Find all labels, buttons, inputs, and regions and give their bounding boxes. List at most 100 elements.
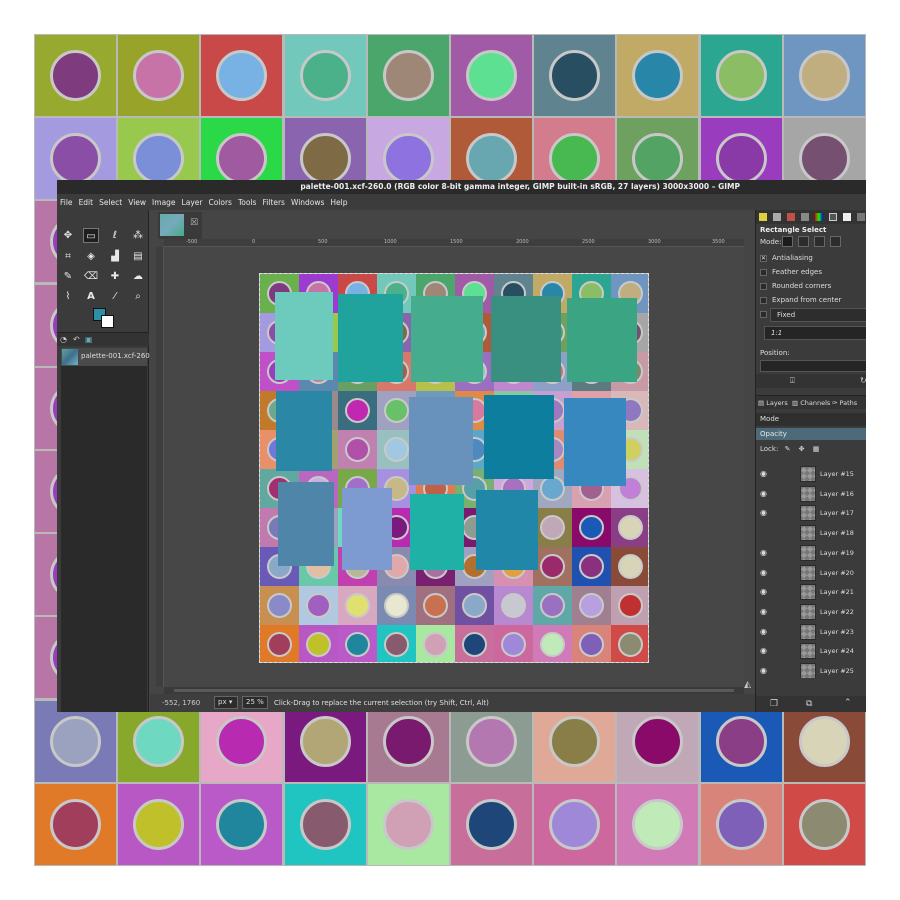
layer-mode-select[interactable]: Mode [756, 413, 866, 426]
new-layer-icon[interactable]: ❐ [770, 699, 778, 709]
visibility-eye-icon[interactable]: ◉ [760, 508, 767, 517]
heal-tool-icon[interactable]: ✚ [107, 269, 123, 284]
tab-channels[interactable]: ▥ Channels [792, 399, 830, 407]
lock-position-icon[interactable]: ✥ [799, 445, 805, 453]
layer-row[interactable]: ◉ Layer #17 [756, 503, 866, 523]
visibility-eye-icon[interactable]: ◉ [760, 548, 767, 557]
menu-layer[interactable]: Layer [182, 198, 203, 207]
gradients-tab-icon[interactable] [829, 213, 837, 221]
vertical-ruler[interactable] [156, 247, 164, 687]
visibility-eye-icon[interactable]: ◉ [760, 627, 767, 636]
menu-image[interactable]: Image [152, 198, 176, 207]
layer-row[interactable]: ◉ Layer #22 [756, 602, 866, 622]
menu-help[interactable]: Help [330, 198, 347, 207]
menu-select[interactable]: Select [99, 198, 122, 207]
unit-select[interactable]: px ▾ [214, 696, 238, 709]
horizontal-ruler[interactable]: -500 0 500 1000 1500 2000 2500 3000 3500 [164, 239, 744, 247]
smudge-tool-icon[interactable]: ☁ [130, 269, 146, 284]
layer-row[interactable]: ◉ Layer #21 [756, 582, 866, 602]
visibility-eye-icon[interactable]: ◉ [760, 666, 767, 675]
layer-row[interactable]: Layer #18 [756, 523, 866, 543]
tab-paths[interactable]: ✑ Paths [832, 399, 857, 407]
undo-history-icon[interactable]: ↶ [73, 335, 80, 344]
duplicate-layer-icon[interactable]: ⧉ [806, 699, 812, 709]
transform-tool-icon[interactable]: ◈ [83, 249, 99, 264]
lock-pixels-icon[interactable]: ✎ [785, 445, 791, 453]
mode-intersect-button[interactable] [830, 236, 841, 247]
zoom-tool-icon[interactable]: ⌕ [130, 289, 146, 304]
visibility-eye-icon[interactable]: ◉ [760, 607, 767, 616]
palettes-tab-icon[interactable] [815, 213, 823, 221]
zoom-select[interactable]: 25 % [242, 696, 268, 709]
rounded-corners-option[interactable]: Rounded corners [760, 282, 831, 290]
rounded-corners-checkbox[interactable] [760, 282, 767, 290]
paths-tool-icon[interactable]: ⌇ [60, 289, 76, 304]
menu-colors[interactable]: Colors [208, 198, 232, 207]
crop-tool-icon[interactable]: ⌗ [60, 249, 76, 264]
menu-windows[interactable]: Windows [291, 198, 324, 207]
close-icon[interactable]: ☒ [190, 218, 198, 228]
mode-replace-button[interactable] [782, 236, 793, 247]
visibility-eye-icon[interactable]: ◉ [760, 646, 767, 655]
bucket-fill-tool-icon[interactable]: ▟ [107, 249, 123, 264]
canvas-viewport[interactable] [164, 247, 744, 687]
horizontal-scrollbar[interactable] [164, 687, 744, 694]
raise-layer-icon[interactable]: ⌃ [844, 698, 852, 708]
position-field[interactable] [760, 360, 866, 372]
gradient-tool-icon[interactable]: ▤ [130, 249, 146, 264]
fixed-dropdown[interactable]: Fixed [770, 308, 866, 322]
mode-subtract-button[interactable] [814, 236, 825, 247]
layer-row[interactable]: ◉ Layer #16 [756, 484, 866, 504]
layer-row[interactable]: ◉ Layer #20 [756, 563, 866, 583]
visibility-eye-icon[interactable]: ◉ [760, 489, 767, 498]
fuzzy-select-tool-icon[interactable]: ⁂ [130, 228, 146, 243]
layer-row[interactable]: ◉ Layer #24 [756, 641, 866, 661]
lasso-tool-icon[interactable]: ℓ [107, 228, 123, 243]
mode-add-button[interactable] [798, 236, 809, 247]
aspect-ratio-field[interactable]: 1:1 [764, 326, 866, 340]
document-history-tab-icon[interactable] [843, 213, 851, 221]
device-status-icon[interactable]: ◔ [60, 335, 67, 344]
image-list-item[interactable]: palette-001.xcf-260 [61, 348, 150, 366]
feather-edges-checkbox[interactable] [760, 268, 767, 276]
visibility-eye-icon[interactable]: ◉ [760, 568, 767, 577]
layer-row[interactable]: ◉ Layer #23 [756, 622, 866, 642]
tool-options-tab-icon[interactable] [759, 213, 767, 221]
layer-row[interactable]: ◉ Layer #25 [756, 661, 866, 678]
eraser-tool-icon[interactable]: ⌫ [83, 269, 99, 284]
antialiasing-checkbox[interactable]: ✕ [760, 254, 767, 262]
color-picker-tool-icon[interactable]: ⁄ [107, 289, 123, 304]
move-tool-icon[interactable]: ✥ [60, 228, 76, 243]
visibility-eye-icon[interactable]: ◉ [760, 587, 767, 596]
opacity-slider[interactable]: Opacity [756, 428, 866, 440]
paintbrush-tool-icon[interactable]: ✎ [60, 269, 76, 284]
menu-edit[interactable]: Edit [79, 198, 94, 207]
templates-tab-icon[interactable] [857, 213, 865, 221]
save-options-icon[interactable]: ⍗ [790, 376, 795, 386]
visibility-eye-icon[interactable]: ◉ [760, 469, 767, 478]
navigate-icon[interactable]: ◭ [744, 680, 751, 690]
feather-edges-option[interactable]: Feather edges [760, 268, 822, 276]
tab-layers[interactable]: ▤ Layers [758, 399, 788, 407]
menu-filters[interactable]: Filters [262, 198, 284, 207]
rectangle-select-tool-icon[interactable]: ▭ [83, 228, 99, 243]
fixed-checkbox[interactable] [760, 310, 767, 318]
image-canvas[interactable] [259, 273, 649, 663]
menu-view[interactable]: View [128, 198, 146, 207]
text-tool-icon[interactable]: A [83, 289, 99, 304]
antialiasing-option[interactable]: ✕ Antialiasing [760, 254, 813, 262]
images-icon[interactable]: ▣ [85, 335, 93, 344]
lock-alpha-icon[interactable]: ▦ [813, 445, 820, 453]
menu-file[interactable]: File [60, 198, 73, 207]
background-color-swatch[interactable] [101, 315, 114, 328]
menu-tools[interactable]: Tools [238, 198, 256, 207]
fonts-tab-icon[interactable] [773, 213, 781, 221]
layer-row[interactable]: ◉ Layer #15 [756, 464, 866, 484]
brushes-tab-icon[interactable] [787, 213, 795, 221]
expand-from-center-option[interactable]: Expand from center [760, 296, 841, 304]
patterns-tab-icon[interactable] [801, 213, 809, 221]
layer-row[interactable]: ◉ Layer #19 [756, 543, 866, 563]
image-tab[interactable]: ☒ [158, 212, 202, 239]
reset-options-icon[interactable]: ↻ [860, 376, 866, 385]
scrollbar-thumb[interactable] [174, 689, 734, 692]
